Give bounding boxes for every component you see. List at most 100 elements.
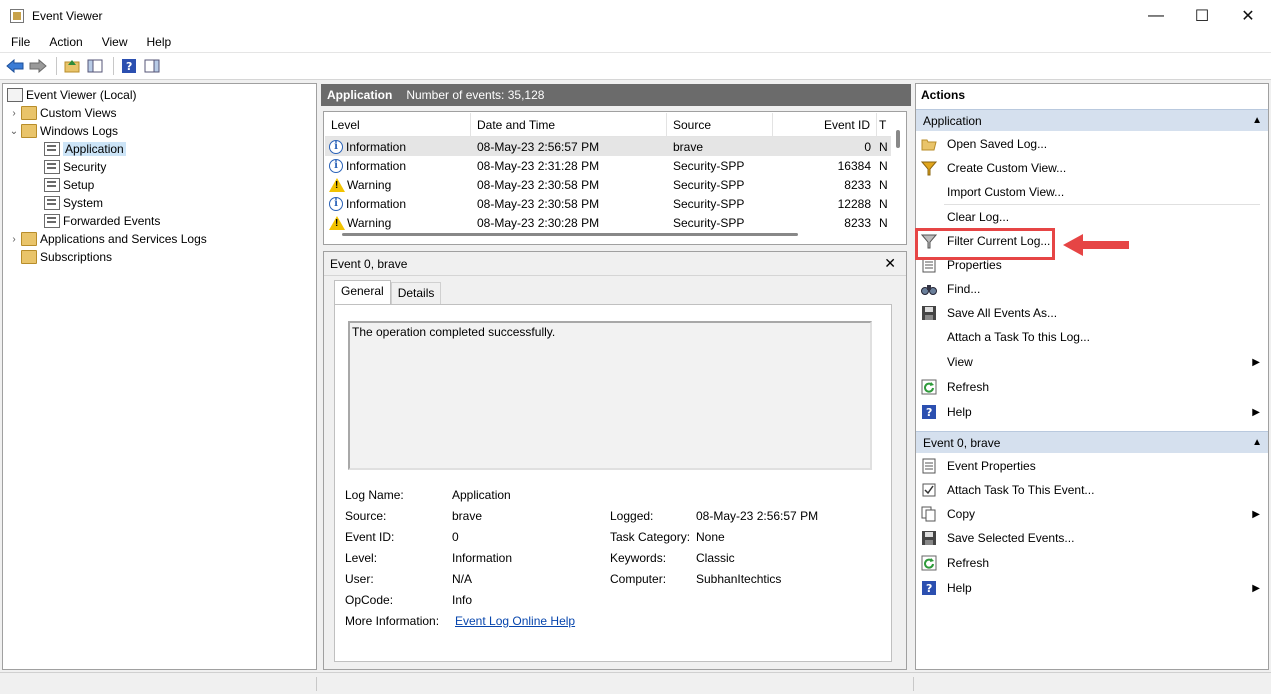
details-tabs: General Details: [334, 280, 442, 304]
chevron-right-icon[interactable]: ›: [7, 234, 21, 245]
properties-icon: [921, 458, 937, 474]
action-copy[interactable]: Copy ▶: [916, 502, 1268, 526]
tree-apps-services-logs[interactable]: › Applications and Services Logs: [7, 230, 207, 248]
action-help[interactable]: ? Help ▶: [916, 400, 1268, 424]
chevron-down-icon[interactable]: ⌄: [7, 126, 21, 137]
tree-application[interactable]: Application: [44, 140, 126, 158]
general-tab-body: The operation completed successfully. Lo…: [334, 304, 892, 662]
menu-help[interactable]: Help: [136, 35, 180, 49]
menu-action[interactable]: Action: [38, 35, 90, 49]
value-task-category: None: [696, 530, 725, 544]
toolbar-separator: [56, 57, 57, 75]
binoculars-icon: [921, 281, 937, 297]
tree-windows-logs[interactable]: ⌄ Windows Logs: [7, 122, 118, 140]
event-row[interactable]: i Information 08-May-23 2:30:58 PM Securi…: [325, 194, 891, 213]
forward-button[interactable]: [28, 56, 48, 76]
action-find[interactable]: Find...: [916, 277, 1268, 301]
action-refresh-event[interactable]: Refresh: [916, 551, 1268, 575]
title-bar: Event Viewer — ☐ ✕: [0, 0, 1271, 32]
event-description[interactable]: The operation completed successfully.: [348, 321, 872, 470]
tree-system[interactable]: System: [44, 194, 103, 212]
save-icon: [921, 305, 937, 321]
close-button[interactable]: ✕: [1225, 0, 1271, 32]
tree-custom-views[interactable]: › Custom Views: [7, 104, 116, 122]
online-help-link[interactable]: Event Log Online Help: [455, 614, 575, 628]
maximize-button[interactable]: ☐: [1179, 0, 1225, 32]
info-icon: i: [329, 196, 343, 211]
vertical-scrollbar[interactable]: [896, 130, 900, 148]
tree-subscriptions[interactable]: Subscriptions: [21, 248, 112, 266]
highlight-box: [915, 228, 1055, 260]
help-icon: ?: [921, 404, 937, 420]
tree-forwarded-events[interactable]: Forwarded Events: [44, 212, 160, 230]
svg-text:?: ?: [926, 406, 932, 419]
info-icon: i: [329, 158, 343, 173]
tree-setup[interactable]: Setup: [44, 176, 94, 194]
action-attach-task-event[interactable]: Attach Task To This Event...: [916, 478, 1268, 502]
action-create-custom-view[interactable]: Create Custom View...: [916, 156, 1268, 180]
help-icon: ?: [122, 59, 136, 73]
red-arrow-icon: [1063, 234, 1129, 256]
tab-details[interactable]: Details: [390, 282, 442, 304]
action-save-all-events[interactable]: Save All Events As...: [916, 301, 1268, 325]
action-refresh[interactable]: Refresh: [916, 375, 1268, 399]
log-header: Application Number of events: 35,128: [321, 84, 911, 106]
minimize-button[interactable]: —: [1133, 0, 1179, 32]
column-task[interactable]: T: [877, 113, 891, 137]
action-clear-log[interactable]: Clear Log...: [916, 205, 1268, 229]
column-level[interactable]: Level: [325, 113, 471, 137]
horizontal-scrollbar[interactable]: [342, 233, 798, 236]
column-event-id[interactable]: Event ID: [773, 113, 877, 137]
up-folder-button[interactable]: [62, 56, 82, 76]
folder-icon: [21, 106, 37, 120]
event-details-pane: Event 0, brave ✕ General Details The ope…: [323, 251, 907, 670]
label-keywords: Keywords:: [610, 551, 667, 565]
label-computer: Computer:: [610, 572, 667, 586]
folder-up-icon: [64, 60, 80, 73]
action-import-custom-view[interactable]: Import Custom View...: [916, 180, 1268, 204]
label-level: Level:: [345, 551, 378, 565]
event-row[interactable]: i Information 08-May-23 2:56:57 PM brave …: [325, 137, 891, 156]
event-row[interactable]: Warning 08-May-23 2:30:28 PM Security-SP…: [325, 213, 891, 232]
menu-file[interactable]: File: [0, 35, 38, 49]
console-tree: Event Viewer (Local) › Custom Views ⌄ Wi…: [2, 83, 317, 670]
menu-view[interactable]: View: [91, 35, 136, 49]
show-hide-tree-button[interactable]: [85, 56, 105, 76]
action-open-saved-log[interactable]: Open Saved Log...: [916, 132, 1268, 156]
refresh-icon: [921, 555, 937, 571]
value-computer: SubhanItechtics: [696, 572, 782, 586]
collapse-up-icon[interactable]: ▲: [1252, 110, 1262, 132]
action-event-properties[interactable]: Event Properties: [916, 454, 1268, 478]
help-icon: ?: [921, 580, 937, 596]
submenu-arrow-icon: ▶: [1252, 582, 1260, 594]
submenu-arrow-icon: ▶: [1252, 406, 1260, 418]
warning-icon: [329, 215, 345, 230]
action-view[interactable]: View ▶: [916, 350, 1268, 374]
actions-section-event[interactable]: Event 0, brave ▲: [916, 431, 1268, 453]
open-folder-icon: [921, 136, 937, 152]
close-icon[interactable]: ✕: [884, 255, 896, 272]
help-button[interactable]: ?: [119, 56, 139, 76]
event-details-header: Event 0, brave ✕: [324, 252, 906, 276]
event-list: Level Date and Time Source Event ID T iI…: [323, 111, 907, 245]
actions-section-application[interactable]: Application ▲: [916, 109, 1268, 131]
chevron-right-icon[interactable]: ›: [7, 108, 21, 119]
back-button[interactable]: [5, 56, 25, 76]
event-list-header: Level Date and Time Source Event ID T: [325, 113, 891, 137]
log-icon: [44, 196, 60, 210]
tree-root[interactable]: Event Viewer (Local): [7, 86, 137, 104]
action-help-event[interactable]: ? Help ▶: [916, 576, 1268, 600]
collapse-up-icon[interactable]: ▲: [1252, 432, 1262, 454]
column-date-time[interactable]: Date and Time: [471, 113, 667, 137]
column-source[interactable]: Source: [667, 113, 773, 137]
action-save-selected-events[interactable]: Save Selected Events...: [916, 526, 1268, 550]
show-action-pane-button[interactable]: [142, 56, 162, 76]
action-attach-task-log[interactable]: Attach a Task To this Log...: [916, 325, 1268, 349]
actions-pane: Actions Application ▲ Open Saved Log... …: [915, 83, 1269, 670]
value-event-id: 0: [452, 530, 459, 544]
warning-icon: [329, 177, 345, 192]
event-row[interactable]: i Information 08-May-23 2:31:28 PM Securi…: [325, 156, 891, 175]
tab-general[interactable]: General: [334, 280, 391, 304]
event-row[interactable]: Warning 08-May-23 2:30:58 PM Security-SP…: [325, 175, 891, 194]
tree-security[interactable]: Security: [44, 158, 106, 176]
